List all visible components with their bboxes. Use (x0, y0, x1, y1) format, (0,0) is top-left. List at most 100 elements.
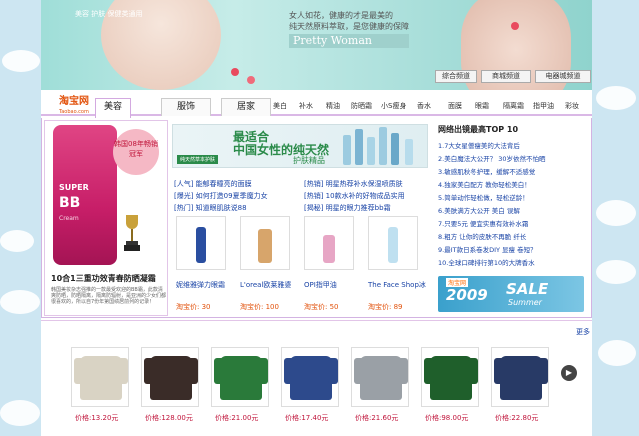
product-name[interactable]: 妮维雅弹力眼霜 (176, 280, 225, 290)
channel-mall[interactable]: 商城频道 (481, 70, 531, 83)
category-link[interactable]: 美白 (273, 101, 287, 111)
product-thumb-loreal[interactable] (240, 216, 290, 270)
top10-item[interactable]: 7.只要5元 便宜实惠有效补水霜 (438, 218, 546, 231)
top10-list: 1.7大女星僧瘦美的大法背后 2.美白魔法大公开？ 30岁依然不怕晒 3.敏感肌… (438, 140, 546, 270)
garment-sleeve (284, 358, 294, 384)
garment-sleeve (74, 358, 84, 384)
logo-text: 淘宝网 (59, 96, 89, 107)
top10-item[interactable]: 8.粗方 让你的皮肤不再脆 纤长 (438, 231, 546, 244)
featured-title[interactable]: 10合1三重功效青春防晒凝霜 (51, 273, 156, 284)
clothing-product-image[interactable] (71, 347, 129, 407)
article-links-left: [人气] 能郁春瞳亮的面膜 [爆光] 如何打造09夏季魔力女 [热门] 知道眼肌… (174, 178, 268, 214)
bottle-image (355, 129, 363, 165)
product-thumb-nivea[interactable] (176, 216, 226, 270)
slogan-line: 女人如花，健康的才是最美的 (289, 11, 393, 20)
top10-item[interactable]: 9.最IT款日系卷发DIY 显瘦 卷短？ (438, 244, 546, 257)
featured-product[interactable]: SUPER BB Cream 韩国08年畅销冠军 10合1三重功效青春防晒凝霜 … (44, 120, 168, 316)
category-link[interactable]: 面膜 (448, 101, 462, 111)
article-link[interactable]: [热销] 明星热荐补水保湿喷质肤 (304, 178, 405, 190)
top10-item[interactable]: 1.7大女星僧瘦美的大法背后 (438, 140, 546, 153)
product-name[interactable]: The Face Shop冰 (368, 280, 426, 290)
top10-item[interactable]: 3.敏感肌秋冬护理，缓解不适感觉 (438, 166, 546, 179)
category-link[interactable]: 防晒霜 (351, 101, 372, 111)
category-link[interactable]: 彩妆 (565, 101, 579, 111)
product-thumb-opi[interactable] (304, 216, 354, 270)
top10-panel: 网络出镜最高TOP 10 1.7大女星僧瘦美的大法背后 2.美白魔法大公开？ 3… (434, 120, 590, 316)
garment-sleeve (468, 358, 478, 384)
bottle-image (343, 135, 351, 165)
tab-home[interactable]: 居家 (221, 98, 271, 116)
garment-shape (500, 356, 542, 400)
natural-skincare-banner[interactable]: 纯天然草本护肤 最适合 中国女性的纯天然 护肤精品 (172, 124, 428, 168)
cloud-decoration (0, 400, 40, 426)
channel-general[interactable]: 综合频道 (435, 70, 477, 83)
top10-item[interactable]: 10.全球口碑排行第10的大牌香水 (438, 257, 546, 270)
logo-subtext: Taobao.com (59, 109, 89, 115)
garment-sleeve (494, 358, 504, 384)
garment-sleeve (424, 358, 434, 384)
clothing-product-image[interactable] (351, 347, 409, 407)
flower-decoration (511, 22, 519, 30)
main-section: SUPER BB Cream 韩国08年畅销冠军 10合1三重功效青春防晒凝霜 … (41, 118, 592, 318)
taobao-logo[interactable]: 淘宝网 Taobao.com (59, 97, 89, 117)
center-content: 纯天然草本护肤 最适合 中国女性的纯天然 护肤精品 [人气] 能郁春瞳亮的面膜 … (170, 120, 432, 316)
article-links-right: [热销] 明星热荐补水保湿喷质肤 [热销] 10款水补的好物成品实用 [揭秘] … (304, 178, 405, 214)
more-link[interactable]: 更多 (576, 327, 590, 337)
header-banner: 美容 护肤 保健类通用 女人如花，健康的才是最美的 纯天然原料萃取，是您健康的保… (41, 0, 592, 90)
promo-headline: 最适合 中国女性的纯天然 (233, 131, 329, 157)
category-link[interactable]: 香水 (417, 101, 431, 111)
clothing-product-image[interactable] (281, 347, 339, 407)
article-link[interactable]: [热门] 知道眼肌肤说88 (174, 202, 268, 214)
clothing-product-image[interactable] (211, 347, 269, 407)
article-link[interactable]: [爆光] 如何打造09夏季魔力女 (174, 190, 268, 202)
cloud-decoration (596, 260, 636, 284)
product-name[interactable]: L'oreal欧莱雅婆 (240, 280, 291, 290)
category-link[interactable]: 补水 (299, 101, 313, 111)
top10-item[interactable]: 5.简单动作轻松做，轻松逆龄！ (438, 192, 546, 205)
tab-clothing[interactable]: 服饰 (161, 98, 211, 116)
clothing-price: 价格:128.00元 (145, 414, 193, 422)
bb-text: Cream (59, 215, 79, 222)
tab-beauty[interactable]: 美容 (95, 98, 131, 118)
article-link[interactable]: [人气] 能郁春瞳亮的面膜 (174, 178, 268, 190)
product-price: 淘宝价: 30 (176, 303, 211, 311)
page-container: 美容 护肤 保健类通用 女人如花，健康的才是最美的 纯天然原料萃取，是您健康的保… (41, 0, 592, 436)
clothing-product-image[interactable] (491, 347, 549, 407)
clothing-price: 价格:21.00元 (215, 414, 259, 422)
next-arrow-icon[interactable]: ▶ (561, 365, 577, 381)
clothing-product-image[interactable] (421, 347, 479, 407)
clothing-price: 价格:21.60元 (355, 414, 399, 422)
cloud-decoration (0, 230, 34, 252)
trophy-icon (124, 215, 140, 251)
cloud-decoration (596, 200, 636, 226)
product-price: 淘宝价: 100 (240, 303, 279, 311)
bb-text: BB (59, 195, 81, 211)
promo-label: 纯天然草本护肤 (177, 155, 219, 164)
channel-electronics[interactable]: 电器城频道 (535, 70, 591, 83)
article-link[interactable]: [热销] 10款水补的好物成品实用 (304, 190, 405, 202)
garment-sleeve (328, 358, 338, 384)
category-link[interactable]: 精油 (326, 101, 340, 111)
product-name[interactable]: OPI指甲油 (304, 280, 337, 290)
summer-sale-banner[interactable]: 淘宝网 2009 SALE Summer (438, 276, 584, 312)
garment-sleeve (354, 358, 364, 384)
bb-cream-image: SUPER BB Cream (53, 125, 117, 265)
top10-item[interactable]: 2.美白魔法大公开？ 30岁依然不怕晒 (438, 153, 546, 166)
clothing-price: 价格:13.20元 (75, 414, 119, 422)
garment-sleeve (118, 358, 128, 384)
product-thumb-faceshop[interactable] (368, 216, 418, 270)
top10-item[interactable]: 4.独家美白配方 教你轻松美白！ (438, 179, 546, 192)
category-link[interactable]: 指甲油 (533, 101, 554, 111)
top10-item[interactable]: 6.美肤满方大公开 美白 误解 (438, 205, 546, 218)
clothing-product-image[interactable] (141, 347, 199, 407)
article-link[interactable]: [揭秘] 明星的眼力推荐bb霜 (304, 202, 405, 214)
garment-shape (360, 356, 402, 400)
category-link[interactable]: 小S瘦身 (381, 101, 406, 111)
cloud-decoration (598, 340, 636, 366)
garment-shape (80, 356, 122, 400)
category-link[interactable]: 隔离霜 (503, 101, 524, 111)
category-link[interactable]: 眼霜 (475, 101, 489, 111)
product-price: 淘宝价: 50 (304, 303, 339, 311)
featured-description: 韩国美妆杂志强推的一款最受欢迎的BB霜，此款清爽防晒，防晒隔离，隔离防辐射，是亚… (51, 287, 167, 305)
garment-shape (150, 356, 192, 400)
